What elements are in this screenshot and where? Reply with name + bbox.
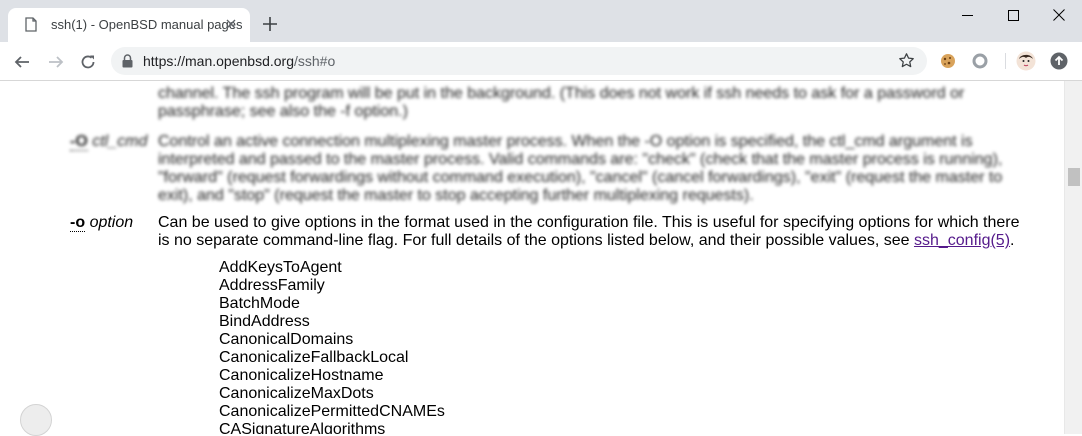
- maximize-icon[interactable]: [990, 0, 1036, 30]
- option-name: CanonicalDomains: [219, 331, 354, 348]
- option-name: BindAddress: [219, 313, 310, 330]
- option-o-desc-line-1: Can be used to give options in the forma…: [158, 214, 1020, 231]
- option-o-desc-period: .: [1010, 232, 1015, 249]
- corner-badge-icon: [20, 404, 52, 436]
- minimize-icon[interactable]: [944, 0, 990, 30]
- option-o-desc-text: is no separate command-line flag. For fu…: [158, 232, 914, 249]
- option-name: CanonicalizeHostname: [219, 367, 384, 384]
- option-name: AddKeysToAgent: [219, 259, 342, 276]
- option-o-desc-line-2: is no separate command-line flag. For fu…: [158, 232, 1038, 250]
- update-arrow-icon[interactable]: [1049, 51, 1069, 71]
- url-text: https://man.openbsd.org/ssh#o: [143, 53, 335, 69]
- option-O-desc-line: exit), and "stop" (request the master to…: [158, 187, 754, 204]
- option-O-arg: ctl_cmd: [92, 133, 148, 150]
- vertical-scrollbar[interactable]: [1064, 81, 1082, 434]
- option-O-flag[interactable]: -O: [70, 133, 88, 151]
- profile-avatar-icon[interactable]: [1016, 51, 1036, 71]
- option-name: CanonicalizeMaxDots: [219, 385, 374, 402]
- ssh-options-list: AddKeysToAgent AddressFamily BatchMode B…: [219, 259, 445, 434]
- reload-icon[interactable]: [77, 51, 99, 73]
- cookie-extension-icon[interactable]: [938, 51, 958, 71]
- tab-strip: ssh(1) - OpenBSD manual pages: [0, 0, 1082, 42]
- new-tab-icon[interactable]: [261, 15, 279, 33]
- tab-ssh-manual[interactable]: ssh(1) - OpenBSD manual pages: [8, 8, 250, 42]
- prev-text-line-2: passphrase; see also the -f option.): [158, 103, 408, 120]
- option-O-desc-line: Control an active connection multiplexin…: [158, 133, 973, 150]
- url-path: /ssh#o: [294, 53, 336, 69]
- option-O-desc-line: interpreted and passed to the master pro…: [158, 151, 1003, 168]
- browser-toolbar: https://man.openbsd.org/ssh#o: [0, 42, 1082, 81]
- bookmark-star-icon[interactable]: [898, 52, 915, 74]
- option-o-arg: option: [89, 214, 134, 231]
- prev-text-line-1: channel. The ssh program will be put in …: [158, 85, 965, 102]
- scrollbar-thumb[interactable]: [1068, 168, 1080, 186]
- ssh-config-link[interactable]: ssh_config(5): [914, 232, 1010, 249]
- option-O-desc-line: "forward" (request forwardings without c…: [158, 169, 1003, 186]
- forward-icon[interactable]: [45, 51, 67, 73]
- back-icon[interactable]: [11, 51, 33, 73]
- option-name: AddressFamily: [219, 277, 325, 294]
- option-O-term: -O ctl_cmd: [70, 133, 147, 151]
- circle-extension-icon[interactable]: [970, 51, 990, 71]
- close-window-icon[interactable]: [1036, 0, 1082, 30]
- lock-icon[interactable]: [122, 54, 133, 73]
- option-o-term: -o option: [70, 214, 133, 232]
- option-name: CanonicalizePermittedCNAMEs: [219, 403, 445, 420]
- option-o-flag[interactable]: -o: [70, 214, 86, 232]
- close-tab-icon[interactable]: [222, 15, 240, 33]
- option-name: CASignatureAlgorithms: [219, 421, 386, 434]
- option-name: BatchMode: [219, 295, 300, 312]
- option-name: CanonicalizeFallbackLocal: [219, 349, 409, 366]
- url-host: https://man.openbsd.org: [143, 53, 294, 69]
- page-icon: [25, 17, 37, 37]
- tab-title: ssh(1) - OpenBSD manual pages: [51, 17, 243, 32]
- page-content: channel. The ssh program will be put in …: [0, 81, 1064, 434]
- toolbar-divider: [1005, 53, 1006, 69]
- address-bar[interactable]: https://man.openbsd.org/ssh#o: [111, 47, 927, 75]
